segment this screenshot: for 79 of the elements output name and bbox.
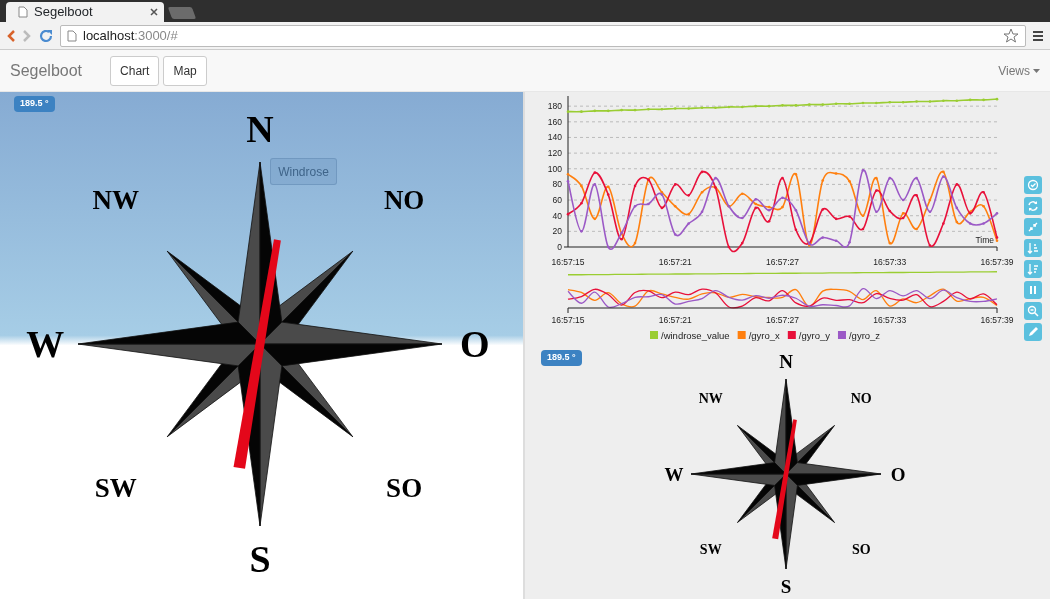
direction-label: S <box>780 575 792 597</box>
legend-label: /gyro_y <box>798 329 831 341</box>
direction-label: S <box>249 537 271 580</box>
legend-item[interactable]: /gyro_z <box>837 329 881 341</box>
x-tick-label: 16:57:27 <box>765 315 800 325</box>
direction-label: SO <box>386 473 423 504</box>
overview-chart[interactable] <box>567 271 998 309</box>
axis-title: Time <box>975 235 994 245</box>
direction-label: O <box>890 463 906 485</box>
views-menu[interactable]: Views <box>998 61 1030 80</box>
x-tick-label: 16:57:15 <box>551 315 585 325</box>
direction-label: NO <box>850 391 872 407</box>
direction-label: NO <box>383 184 425 215</box>
direction-label: W <box>664 463 684 485</box>
x-tick-label: 16:57:21 <box>658 257 692 267</box>
direction-label: NW <box>698 391 723 407</box>
x-tick-label: 16:57:33 <box>873 257 907 267</box>
pause-button[interactable] <box>1024 281 1042 299</box>
y-tick-label: 80 <box>552 179 562 190</box>
sort-descending-icon <box>1027 263 1039 275</box>
y-tick-label: 140 <box>547 132 562 143</box>
x-tick-label: 16:57:15 <box>551 257 585 267</box>
page-icon <box>67 29 77 42</box>
confirm-button[interactable] <box>1024 176 1042 194</box>
heading-badge: 189.5 ° <box>541 350 582 366</box>
compress-icon <box>1027 221 1039 233</box>
x-tick-label: 16:57:33 <box>873 315 907 325</box>
legend-item[interactable]: /windrose_value <box>650 329 730 341</box>
direction-label: O <box>460 323 490 365</box>
y-tick-label: 60 <box>552 195 562 206</box>
sort-ascending-icon <box>1027 242 1039 254</box>
edit-button[interactable] <box>1024 323 1042 341</box>
y-tick-label: 40 <box>552 210 562 221</box>
new-tab-button[interactable] <box>167 7 197 19</box>
y-tick-label: 100 <box>547 163 562 174</box>
direction-label: SO <box>851 541 871 557</box>
bookmark-star-icon[interactable] <box>1003 27 1019 44</box>
caret-icon <box>1033 68 1040 73</box>
direction-label: N <box>779 351 793 373</box>
close-icon[interactable] <box>150 8 158 16</box>
app-brand[interactable]: Segelboot <box>10 58 83 83</box>
x-tick-label: 16:57:27 <box>765 257 800 267</box>
legend-label: /gyro_z <box>848 329 881 341</box>
y-tick-label: 120 <box>547 148 562 159</box>
pause-icon <box>1027 284 1039 296</box>
direction-label: NW <box>92 184 140 215</box>
refresh-icon <box>1027 200 1039 212</box>
sort-button[interactable] <box>1024 260 1042 278</box>
nav-button[interactable]: Chart <box>110 55 160 86</box>
heading-badge: 189.5 ° <box>14 96 55 112</box>
nav-button[interactable]: Map <box>163 55 207 86</box>
back-icon[interactable] <box>6 28 16 43</box>
forward-icon[interactable] <box>22 28 32 43</box>
x-tick-label: 16:57:21 <box>658 315 692 325</box>
y-tick-label: 160 <box>547 116 562 127</box>
direction-label: SW <box>699 541 722 557</box>
x-tick-label: 16:57:39 <box>980 315 1014 325</box>
legend-item[interactable]: /gyro_y <box>787 329 830 341</box>
y-tick-label: 180 <box>547 101 562 112</box>
reload-icon[interactable] <box>38 27 54 44</box>
refresh-button[interactable] <box>1024 197 1042 215</box>
pencil-icon <box>1027 326 1039 338</box>
x-tick-label: 16:57:39 <box>980 257 1014 267</box>
browser-tab[interactable]: Segelboot <box>6 2 164 22</box>
zoom-out-icon <box>1027 305 1039 317</box>
direction-label: W <box>26 323 65 365</box>
y-tick-label: 20 <box>552 226 562 237</box>
y-tick-label: 0 <box>557 242 562 252</box>
legend-label: /gyro_x <box>748 329 781 341</box>
sort-button[interactable] <box>1024 239 1042 257</box>
check-circle-icon <box>1027 179 1039 191</box>
url-field[interactable]: localhost:3000/# <box>60 24 1026 47</box>
page-icon <box>18 6 28 18</box>
zoom-out-button[interactable] <box>1024 302 1042 320</box>
direction-label: N <box>246 108 274 151</box>
menu-icon[interactable] <box>1032 29 1044 42</box>
legend-item[interactable]: /gyro_x <box>737 329 780 341</box>
direction-label: SW <box>94 473 137 504</box>
compress-button[interactable] <box>1024 218 1042 236</box>
